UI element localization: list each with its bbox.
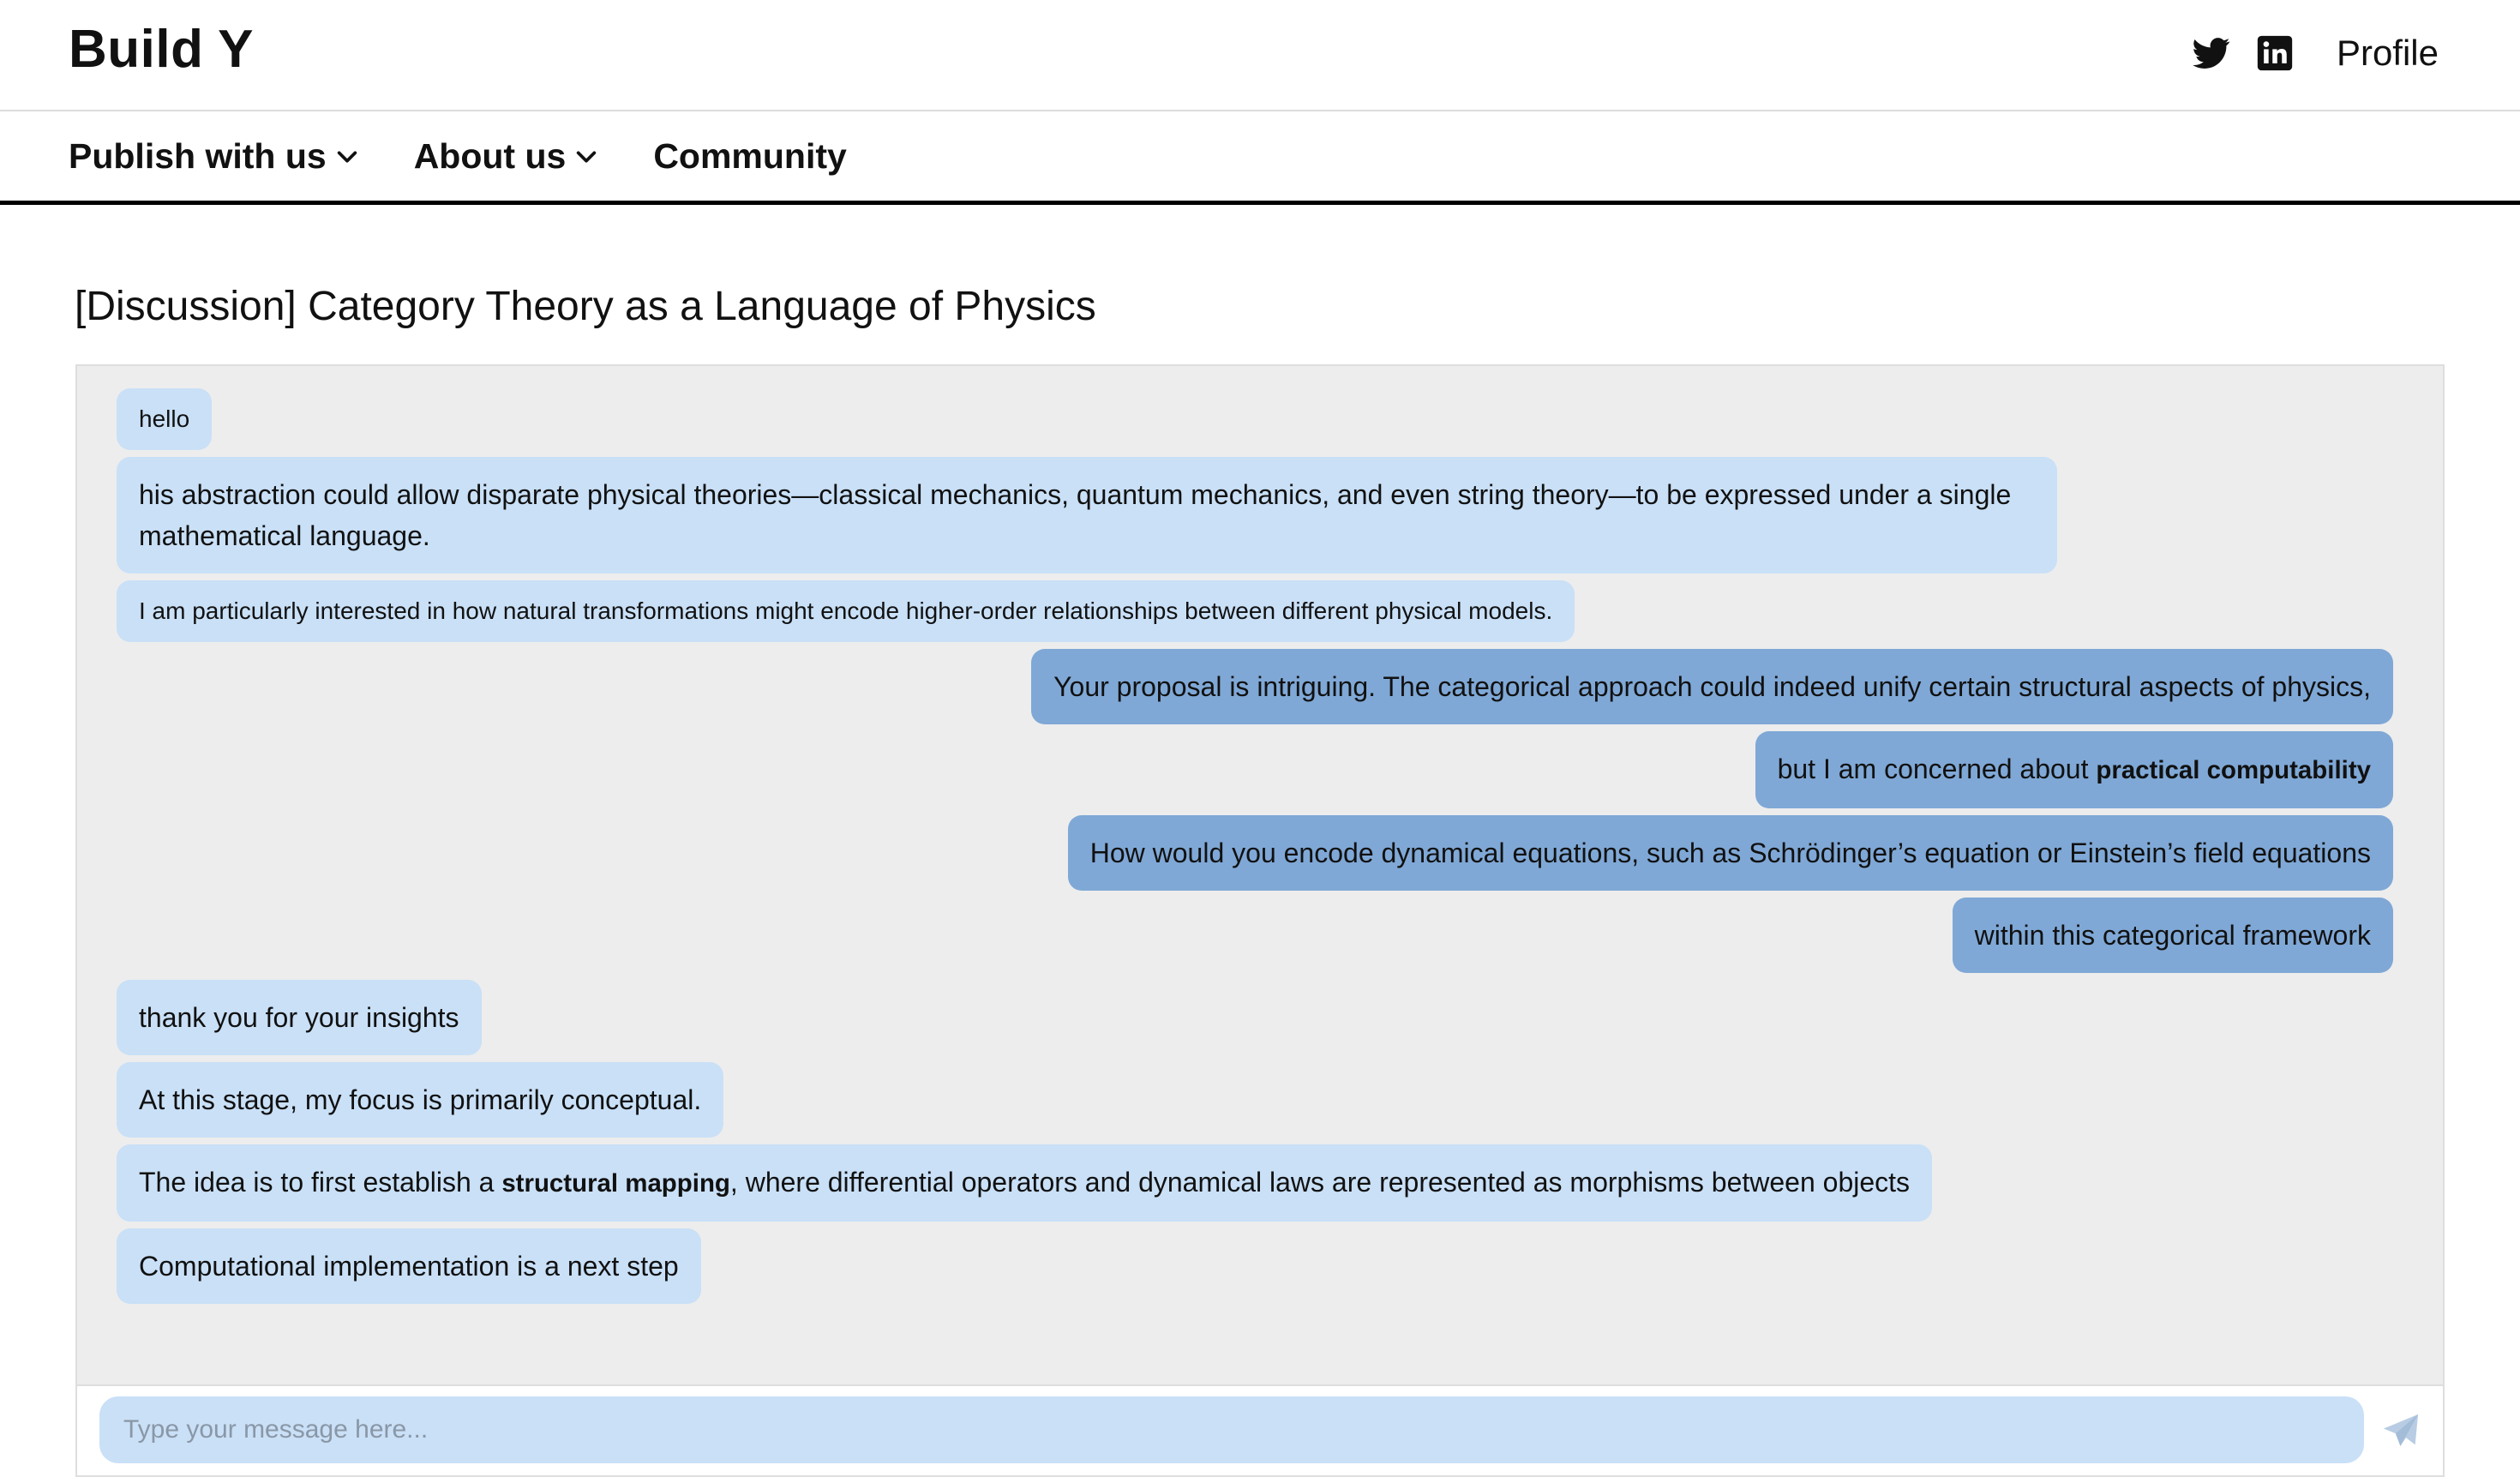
main-nav: Publish with us About us Community	[0, 112, 2520, 205]
nav-list: Publish with us About us Community	[69, 112, 902, 201]
message-text: thank you for your insights	[139, 1002, 459, 1033]
nav-item-label: About us	[413, 136, 567, 176]
message-bubble-incoming: At this stage, my focus is primarily con…	[117, 1062, 724, 1138]
message-text: At this stage, my focus is primarily con…	[139, 1084, 702, 1115]
send-button[interactable]	[2381, 1412, 2421, 1451]
message-text: within this categorical framework	[1974, 920, 2371, 951]
message-bubble-incoming: his abstraction could allow disparate ph…	[117, 457, 2057, 573]
nav-item-community[interactable]: Community	[653, 136, 847, 177]
send-icon	[2383, 1414, 2419, 1446]
brand-logo[interactable]: Build Y	[69, 19, 254, 80]
message-composer	[75, 1386, 2445, 1477]
message-text: but I am concerned about	[1777, 754, 2097, 784]
linkedin-icon[interactable]	[2256, 34, 2294, 72]
message-text: I am particularly interested in how natu…	[139, 597, 1553, 624]
message-bold-text: structural mapping	[501, 1169, 730, 1198]
message-bubble-outgoing: How would you encode dynamical equations…	[1067, 815, 2393, 891]
message-text: The idea is to first establish a	[139, 1167, 502, 1198]
message-bold-text: practical computability	[2096, 756, 2371, 784]
message-list: hello his abstraction could allow dispar…	[117, 388, 2393, 1311]
nav-item-publish-with-us[interactable]: Publish with us	[69, 136, 359, 177]
message-input[interactable]	[99, 1396, 2364, 1463]
nav-item-label: Publish with us	[69, 136, 327, 176]
message-text: Computational implementation is a next s…	[139, 1251, 679, 1282]
message-text: his abstraction could allow disparate ph…	[139, 479, 2012, 551]
nav-item-label: Community	[653, 136, 847, 176]
nav-item-about-us[interactable]: About us	[414, 136, 599, 177]
message-text: hello	[139, 405, 190, 432]
message-bubble-incoming: Computational implementation is a next s…	[117, 1228, 701, 1304]
message-text: How would you encode dynamical equations…	[1089, 838, 2371, 868]
message-bubble-outgoing: but I am concerned about practical compu…	[1755, 731, 2393, 808]
message-bubble-incoming: The idea is to first establish a structu…	[117, 1144, 1933, 1222]
header-actions: Profile	[2192, 26, 2439, 81]
message-text: , where differential operators and dynam…	[729, 1167, 1911, 1198]
message-bubble-incoming: I am particularly interested in how natu…	[117, 580, 1575, 642]
message-bubble-outgoing: Your proposal is intriguing. The categor…	[1031, 649, 2393, 724]
message-bubble-incoming: hello	[117, 388, 213, 450]
twitter-icon[interactable]	[2192, 34, 2230, 72]
top-header: Build Y Profile	[0, 0, 2520, 111]
message-text: Your proposal is intriguing. The categor…	[1053, 671, 2371, 702]
chevron-down-icon	[577, 150, 597, 163]
page-title: [Discussion] Category Theory as a Langua…	[75, 284, 1096, 329]
chevron-down-icon	[337, 150, 357, 163]
profile-link[interactable]: Profile	[2337, 33, 2439, 74]
chat-panel[interactable]: hello his abstraction could allow dispar…	[75, 364, 2445, 1386]
message-bubble-incoming: thank you for your insights	[117, 980, 482, 1055]
message-bubble-outgoing: within this categorical framework	[1952, 898, 2393, 973]
